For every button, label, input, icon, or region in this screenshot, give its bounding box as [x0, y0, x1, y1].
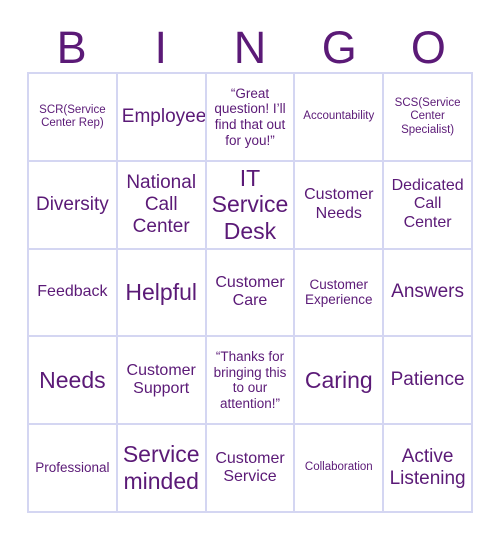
bingo-cell-label: Professional	[35, 460, 110, 476]
bingo-cell-label: Customer Service	[215, 449, 285, 486]
bingo-cell[interactable]: Accountability	[295, 74, 385, 162]
bingo-cell[interactable]: SCR(Service Center Rep)	[29, 74, 118, 162]
bingo-cell[interactable]: Customer Support	[117, 337, 207, 426]
bingo-cell[interactable]: Employee	[117, 74, 207, 162]
bingo-cell-label: “Great question! I’ll find that out for …	[214, 85, 286, 148]
header-letter-b: B	[56, 21, 87, 73]
bingo-cell[interactable]: Helpful	[117, 249, 207, 338]
header-letter-i: I	[154, 21, 168, 73]
bingo-cell-label: Diversity	[35, 193, 109, 215]
bingo-cell-label: Answers	[391, 281, 465, 303]
bingo-cell-label: Customer Experience	[305, 276, 373, 308]
bingo-cell[interactable]: SCS(Service Center Specialist)	[384, 74, 473, 162]
bingo-grid: SCR(Service Center Rep) Employee “Great …	[27, 72, 473, 513]
bingo-cell-label: Customer Care	[215, 273, 285, 310]
bingo-cell[interactable]: Diversity	[29, 161, 118, 250]
bingo-cell-label: Employee	[121, 105, 207, 127]
header-letter-n: N	[233, 21, 267, 73]
bingo-cell-label: National Call Center	[126, 171, 197, 237]
bingo-cell[interactable]: Active Listening	[384, 425, 473, 513]
bingo-cell[interactable]: Professional	[29, 425, 118, 513]
bingo-cell[interactable]: Customer Service	[206, 425, 296, 513]
bingo-cell[interactable]: “Great question! I’ll find that out for …	[206, 74, 296, 162]
bingo-cell[interactable]: National Call Center	[117, 161, 207, 250]
bingo-cell[interactable]: Customer Care	[206, 249, 296, 338]
bingo-cell-label: “Thanks for bringing this to our attenti…	[213, 348, 287, 411]
bingo-cell-label: Helpful	[125, 279, 197, 306]
bingo-cell-label: Patience	[390, 369, 465, 391]
bingo-cell[interactable]: Customer Needs	[295, 161, 385, 250]
bingo-cell[interactable]: “Thanks for bringing this to our attenti…	[206, 337, 296, 426]
bingo-cell-label: Needs	[39, 366, 106, 393]
bingo-cell-label: IT Service Desk	[211, 164, 289, 245]
bingo-cell-label: Active Listening	[389, 446, 466, 490]
bingo-cell-label: SCS(Service Center Specialist)	[394, 96, 461, 136]
bingo-cell[interactable]: Caring	[295, 337, 385, 426]
bingo-cell-label: Caring	[304, 366, 373, 393]
bingo-cell-label: Customer Support	[126, 361, 196, 398]
bingo-cell[interactable]: Dedicated Call Center	[384, 161, 473, 250]
bingo-cell-label: Customer Needs	[304, 186, 374, 222]
bingo-cell-label: Accountability	[303, 110, 375, 123]
bingo-header: B I N G O	[27, 22, 473, 72]
bingo-cell[interactable]: IT Service Desk	[206, 161, 296, 250]
bingo-cell[interactable]: Patience	[384, 337, 473, 426]
bingo-cell[interactable]: Answers	[384, 249, 473, 338]
bingo-cell[interactable]: Collaboration	[295, 425, 385, 513]
bingo-cell-label: SCR(Service Center Rep)	[39, 103, 106, 129]
bingo-cell-label: Service minded	[122, 441, 200, 495]
bingo-cell[interactable]: Feedback	[29, 249, 118, 338]
bingo-cell[interactable]: Needs	[29, 337, 118, 426]
bingo-cell-label: Dedicated Call Center	[391, 176, 464, 231]
bingo-cell-label: Collaboration	[304, 461, 373, 474]
header-letter-g: G	[321, 21, 357, 73]
bingo-cell-label: Feedback	[37, 283, 108, 301]
bingo-card: B I N G O SCR(Service Center Rep) Employ…	[0, 0, 500, 544]
bingo-cell[interactable]: Service minded	[117, 425, 207, 513]
header-letter-o: O	[410, 21, 446, 73]
bingo-cell[interactable]: Customer Experience	[295, 249, 385, 338]
